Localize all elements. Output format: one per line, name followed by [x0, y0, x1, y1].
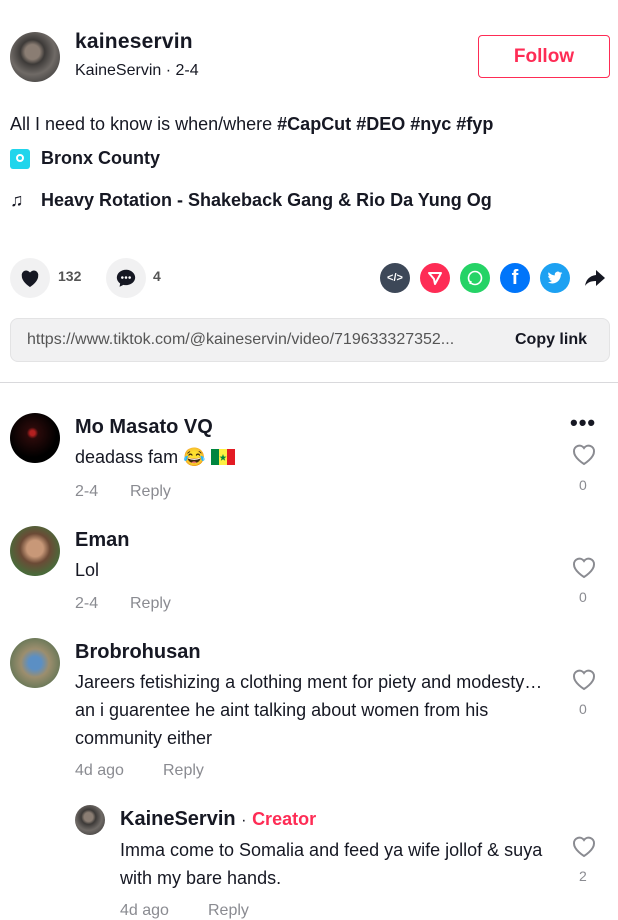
twitter-icon[interactable]	[540, 263, 570, 293]
comment-button[interactable]	[106, 258, 146, 298]
reply-avatar[interactable]	[75, 805, 105, 835]
reply-button[interactable]: Reply	[130, 483, 171, 501]
senegal-flag-icon	[210, 445, 235, 465]
location-pin-icon	[10, 148, 30, 169]
author-avatar[interactable]	[10, 32, 60, 82]
hashtag-link[interactable]: #fyp	[456, 114, 493, 134]
heart-outline-icon[interactable]	[571, 668, 597, 692]
comment-avatar[interactable]	[10, 526, 60, 576]
comment-like-count: 0	[579, 589, 587, 605]
reply-author-line: KaineServin · Creator	[120, 808, 316, 831]
music-note-icon: ♫	[10, 190, 24, 210]
reply-author[interactable]: KaineServin	[120, 808, 236, 830]
creator-separator: ·	[241, 812, 247, 829]
music-link[interactable]: ♫ Heavy Rotation - Shakeback Gang & Rio …	[10, 190, 492, 211]
post-caption: All I need to know is when/where #CapCut…	[10, 114, 493, 135]
comment-avatar[interactable]	[10, 413, 60, 463]
like-count: 132	[58, 268, 82, 284]
share-arrow-icon[interactable]	[580, 263, 610, 293]
heart-outline-icon[interactable]	[571, 443, 597, 467]
reply-button[interactable]: Reply	[163, 762, 204, 780]
whatsapp-icon[interactable]	[460, 263, 490, 293]
reply-like-count: 2	[579, 868, 587, 884]
caption-text: All I need to know is when/where	[10, 114, 273, 134]
comment-text: Lol	[75, 560, 100, 580]
facebook-icon[interactable]: f	[500, 263, 530, 293]
share-link-box: https://www.tiktok.com/@kaineservin/vide…	[10, 318, 610, 362]
location-label: Bronx County	[41, 148, 160, 168]
comment-text-content: deadass fam 😂	[75, 447, 206, 467]
location-link[interactable]: Bronx County	[10, 148, 160, 169]
heart-icon	[21, 270, 39, 288]
send-icon[interactable]	[420, 263, 450, 293]
comment-author[interactable]: Mo Masato VQ	[75, 416, 213, 439]
reply-button[interactable]: Reply	[208, 902, 249, 920]
author-username[interactable]: kaineservin	[75, 30, 193, 54]
comment-avatar[interactable]	[10, 638, 60, 688]
hashtag-link[interactable]: #DEO	[356, 114, 405, 134]
comment-date: 4d ago	[75, 762, 124, 779]
comment-count: 4	[153, 268, 161, 284]
comment-date: 2-4	[75, 483, 99, 500]
comment-like-count: 0	[579, 477, 587, 493]
comment-date: 2-4	[75, 595, 99, 612]
comment-like-count: 0	[579, 701, 587, 717]
subline-separator: ·	[165, 62, 176, 79]
music-label: Heavy Rotation - Shakeback Gang & Rio Da…	[41, 190, 492, 210]
reply-button[interactable]: Reply	[130, 595, 171, 613]
reply-date: 4d ago	[120, 902, 169, 919]
heart-outline-icon[interactable]	[571, 556, 597, 580]
copy-link-button[interactable]: Copy link	[515, 331, 587, 349]
comment-text: deadass fam 😂	[75, 443, 235, 471]
hashtag-link[interactable]: #CapCut	[277, 114, 351, 134]
comment-author[interactable]: Brobrohusan	[75, 641, 201, 664]
more-options-icon[interactable]: •••	[570, 412, 596, 434]
comment-text: Jareers fetishizing a clothing ment for …	[75, 672, 543, 748]
author-display-name: KaineServin	[75, 62, 162, 79]
comment-author[interactable]: Eman	[75, 529, 129, 552]
comment-icon	[116, 269, 136, 287]
author-subline: KaineServin · 2-4	[75, 62, 199, 80]
heart-outline-icon[interactable]	[571, 835, 597, 859]
hashtag-link[interactable]: #nyc	[410, 114, 451, 134]
follow-button[interactable]: Follow	[478, 35, 610, 78]
creator-badge: Creator	[252, 809, 317, 829]
like-button[interactable]	[10, 258, 50, 298]
video-link-url[interactable]: https://www.tiktok.com/@kaineservin/vide…	[27, 331, 454, 349]
post-date: 2-4	[175, 62, 199, 79]
embed-icon[interactable]: </>	[380, 263, 410, 293]
reply-text: Imma come to Somalia and feed ya wife jo…	[120, 840, 543, 888]
comments-divider	[0, 382, 618, 383]
